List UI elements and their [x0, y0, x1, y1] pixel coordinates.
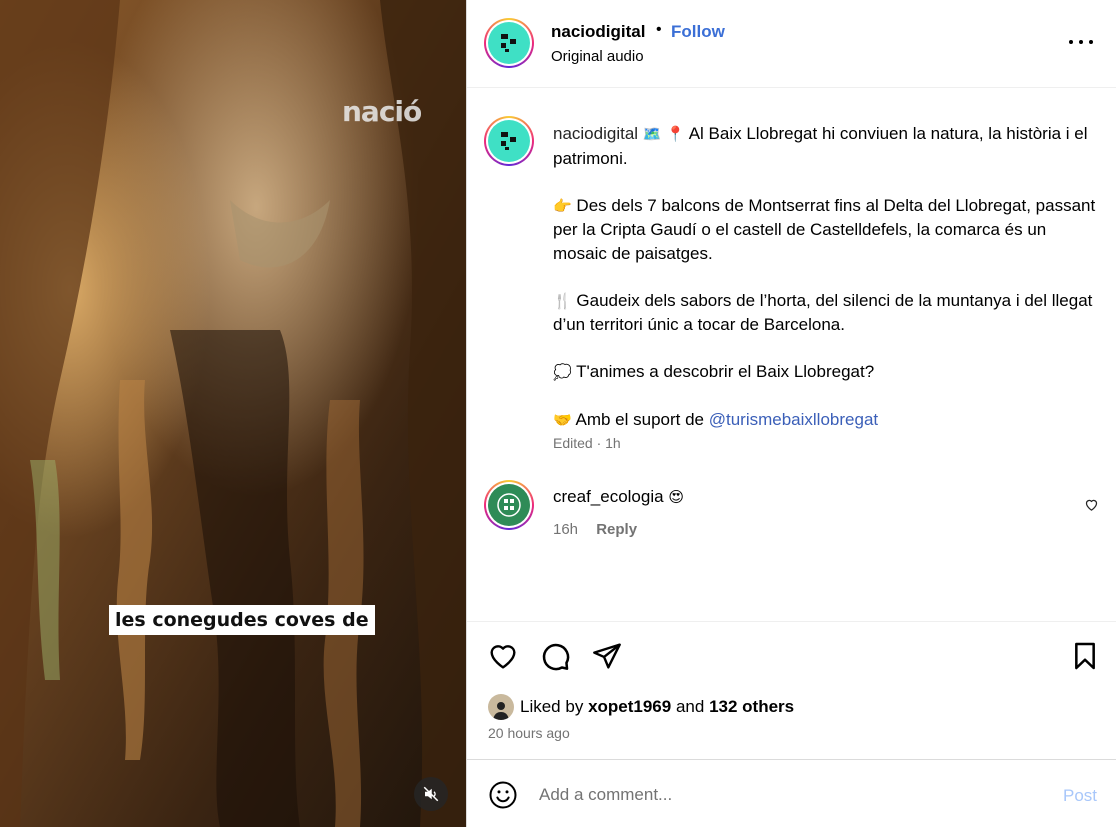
comment-button[interactable]: [539, 640, 571, 677]
comment-input[interactable]: [539, 782, 1039, 808]
more-options-button[interactable]: [1069, 33, 1093, 51]
brand-watermark: nació: [342, 95, 422, 128]
comments-section[interactable]: naciodigital 🗺️ 📍 Al Baix Llobregat hi c…: [467, 89, 1116, 621]
save-button[interactable]: [1069, 640, 1101, 677]
likes-others-link[interactable]: 132 others: [709, 697, 794, 716]
post-header: naciodigital • Follow Original audio: [467, 0, 1116, 88]
post-panel: naciodigital • Follow Original audio nac…: [466, 0, 1116, 827]
post-caption: naciodigital 🗺️ 📍 Al Baix Llobregat hi c…: [553, 122, 1098, 456]
audio-link[interactable]: Original audio: [551, 48, 644, 65]
fork-knife-emoji: 🍴: [553, 291, 572, 310]
nacio-logo-icon: [501, 34, 516, 52]
bookmark-icon: [1075, 642, 1095, 670]
caption-username[interactable]: naciodigital: [553, 124, 638, 143]
caption-text: Gaudeix dels sabors de l’horta, del sile…: [553, 290, 1093, 335]
caption-paragraph: 🍴 Gaudeix dels sabors de l’horta, del si…: [553, 289, 1098, 337]
commenter-username[interactable]: creaf_ecologia: [553, 487, 664, 506]
follow-button[interactable]: Follow: [671, 22, 725, 42]
emoji-picker-button[interactable]: [488, 780, 518, 815]
caption-author-avatar[interactable]: [484, 116, 534, 166]
paper-plane-icon: [593, 643, 621, 669]
likes-conjunction: and: [675, 697, 705, 716]
heart-icon: [490, 645, 516, 669]
commenter-avatar[interactable]: [484, 480, 534, 530]
caption-paragraph: 👉 Des dels 7 balcons de Montserrat fins …: [553, 194, 1098, 266]
speech-bubble-icon: [542, 643, 570, 671]
likes-prefix: Liked by: [520, 697, 584, 716]
caption-text: Amb el suport de: [575, 410, 704, 429]
caption-text: Des dels 7 balcons de Montserrat fins al…: [553, 195, 1096, 263]
liker-username[interactable]: xopet1969: [588, 697, 671, 716]
speaker-muted-icon: [423, 786, 439, 802]
pointing-hand-emoji: 👉: [553, 196, 572, 215]
post-actions: Liked by xopet1969 and 132 others 20 hou…: [467, 621, 1116, 759]
comment-body: creaf_ecologia 😍: [553, 487, 684, 507]
header-separator: •: [656, 21, 662, 38]
like-button[interactable]: [487, 640, 519, 677]
caption-paragraph: 🤝 Amb el suport de @turismebaixllobregat: [553, 408, 1098, 433]
liker-avatar[interactable]: [488, 694, 514, 720]
likes-text: Liked by xopet1969 and 132 others: [520, 697, 794, 717]
heart-eyes-emoji: 😍: [668, 488, 684, 506]
more-options-icon: [1069, 40, 1073, 44]
author-username[interactable]: naciodigital: [551, 22, 645, 42]
comment-meta: 16h Reply: [553, 521, 637, 538]
caption-paragraph: naciodigital 🗺️ 📍 Al Baix Llobregat hi c…: [553, 122, 1098, 170]
likes-summary: Liked by xopet1969 and 132 others: [488, 694, 794, 720]
mute-button[interactable]: [414, 777, 448, 811]
author-avatar[interactable]: [484, 18, 534, 68]
handshake-emoji: 🤝: [553, 411, 572, 429]
caption-text: T'animes a descobrir el Baix Llobregat?: [576, 362, 875, 381]
smiley-icon: [489, 781, 517, 809]
thought-bubble-emoji: 💭: [553, 363, 572, 381]
nacio-logo-icon: [501, 132, 516, 150]
mention-link[interactable]: @turismebaixllobregat: [709, 410, 878, 429]
post-comment-button[interactable]: Post: [1063, 786, 1097, 806]
reply-button[interactable]: Reply: [596, 521, 637, 538]
comment-time: 16h: [553, 521, 579, 538]
heart-outline-icon: [1085, 499, 1098, 511]
post-time: 20 hours ago: [488, 725, 570, 741]
map-pin-emoji: 🗺️ 📍: [642, 125, 685, 143]
edited-timestamp: Edited · 1h: [553, 435, 621, 451]
caption-paragraph: 💭 T'animes a descobrir el Baix Llobregat…: [553, 360, 1098, 385]
comment-composer: Post: [467, 759, 1116, 827]
share-button[interactable]: [591, 640, 623, 677]
user-silhouette-icon: [493, 702, 509, 720]
video-player[interactable]: nació les conegudes coves de: [0, 0, 466, 827]
creaf-logo-icon: [497, 493, 521, 517]
video-subtitle: les conegudes coves de: [109, 605, 375, 635]
comment-like-button[interactable]: [1084, 497, 1099, 517]
